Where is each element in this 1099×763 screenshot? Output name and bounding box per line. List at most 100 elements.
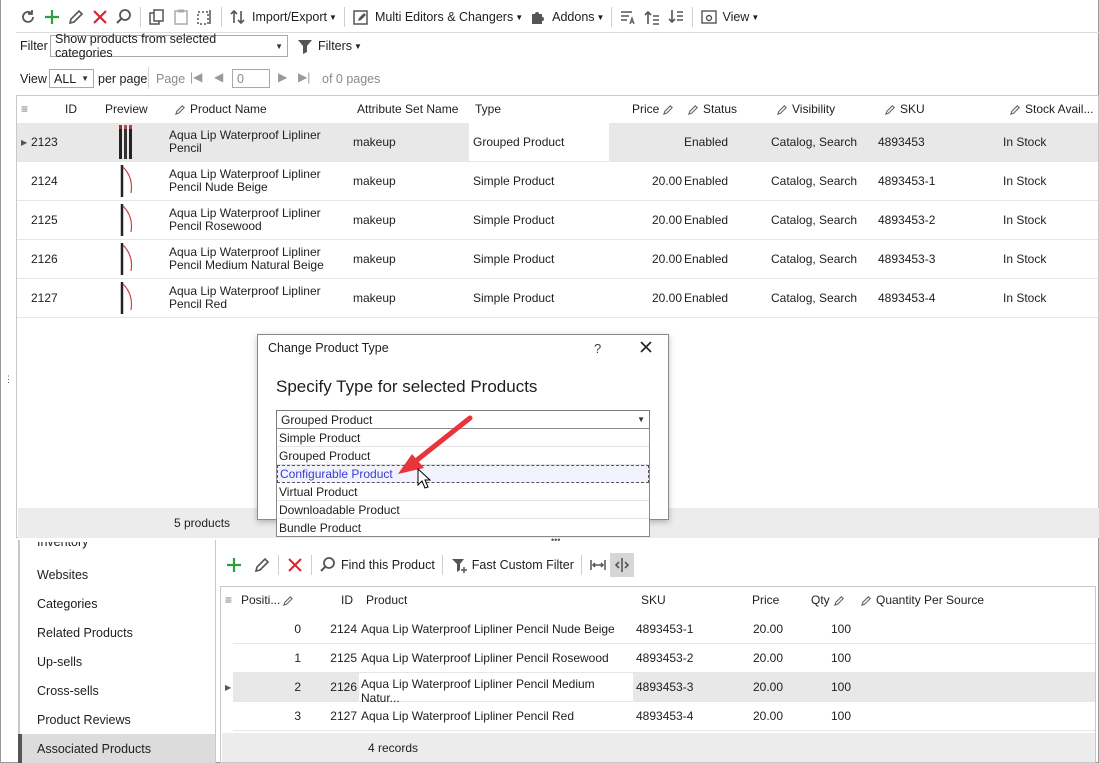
move-up-button[interactable]	[640, 5, 664, 29]
col-header-preview[interactable]: Preview	[105, 96, 148, 122]
last-page-icon[interactable]: ▶|	[298, 70, 310, 84]
fast-custom-filter-label: Fast Custom Filter	[471, 558, 574, 572]
product-cell-selected[interactable]: Aqua Lip Waterproof Lipliner Pencil Medi…	[359, 673, 633, 705]
prev-page-icon[interactable]: ◀	[214, 70, 223, 84]
paste-button[interactable]	[169, 5, 193, 29]
nav-item-related-products[interactable]: Related Products	[37, 626, 133, 640]
table-row[interactable]: 2124 Aqua Lip Waterproof Lipliner Pencil …	[17, 162, 1098, 201]
pencil-icon	[175, 104, 185, 115]
splitter-grip-icon[interactable]: ⋮	[4, 374, 13, 385]
nav-item-categories[interactable]: Categories	[37, 597, 97, 611]
per-page-select[interactable]: ALL ▼	[49, 69, 94, 88]
filters-menu[interactable]: Filters ▼	[293, 34, 365, 58]
col-header-stock[interactable]: Stock Avail...	[1010, 96, 1093, 122]
dialog-close-button[interactable]	[639, 340, 653, 357]
column-chooser-icon[interactable]: ≡	[225, 587, 232, 613]
add-associated-button[interactable]	[222, 553, 246, 577]
product-name-cell[interactable]: Aqua Lip Waterproof Lipliner Pencil Rosew…	[169, 201, 321, 239]
page-number-input[interactable]: 0	[232, 69, 270, 88]
nav-item-inventory[interactable]: Inventory	[37, 542, 88, 550]
nav-item-websites[interactable]: Websites	[37, 568, 88, 582]
product-name-cell[interactable]: Aqua Lip Waterproof Lipliner Pencil Mediu…	[169, 240, 324, 278]
col-header-price[interactable]: Price	[752, 587, 779, 613]
col-header-quantity-per-source[interactable]: Quantity Per Source	[861, 587, 984, 613]
find-product-button[interactable]: Find this Product	[316, 553, 438, 577]
addons-menu[interactable]: Addons ▼	[526, 5, 607, 29]
product-name-cell[interactable]: Aqua Lip Waterproof Lipliner Pencil	[169, 123, 321, 161]
col-header-sku[interactable]: SKU	[641, 587, 666, 613]
table-row[interactable]: 3 2127 Aqua Lip Waterproof Lipliner Penc…	[233, 702, 1095, 731]
col-header-sku[interactable]: SKU	[885, 96, 925, 122]
view-menu[interactable]: View ▼	[697, 5, 762, 29]
col-header-id[interactable]: ID	[65, 96, 77, 122]
dialog-heading: Specify Type for selected Products	[276, 377, 538, 396]
col-header-price[interactable]: Price	[632, 96, 678, 122]
multi-editors-menu[interactable]: Multi Editors & Changers ▼	[349, 5, 526, 29]
remove-associated-button[interactable]	[283, 553, 307, 577]
col-header-product-name[interactable]: Product Name	[175, 96, 267, 122]
fast-custom-filter-button[interactable]: Fast Custom Filter	[447, 553, 577, 577]
split-view-button[interactable]	[609, 553, 634, 577]
product-name-cell[interactable]: Aqua Lip Waterproof Lipliner Pencil Nude …	[169, 162, 321, 200]
preview-thumbnail[interactable]	[117, 201, 137, 239]
col-header-type[interactable]: Type	[475, 96, 501, 122]
col-header-visibility[interactable]: Visibility	[777, 96, 835, 122]
col-header-product[interactable]: Product	[366, 587, 407, 613]
option-downloadable-product[interactable]: Downloadable Product	[277, 501, 649, 519]
format-button[interactable]	[616, 5, 640, 29]
pencil-icon	[777, 104, 787, 115]
table-row[interactable]: 1 2125 Aqua Lip Waterproof Lipliner Penc…	[233, 644, 1095, 673]
preview-thumbnail[interactable]	[117, 162, 137, 200]
products-count: 5 products	[174, 516, 231, 530]
help-icon[interactable]: ?	[594, 341, 601, 356]
edit-button[interactable]	[64, 5, 88, 29]
preview-thumbnail[interactable]	[117, 240, 137, 278]
preview-thumbnail[interactable]	[117, 279, 137, 317]
next-page-icon[interactable]: ▶	[278, 70, 287, 84]
delete-button[interactable]	[88, 5, 112, 29]
column-chooser-icon[interactable]: ≡	[21, 96, 28, 122]
paging-separator	[148, 67, 149, 89]
add-button[interactable]	[40, 5, 64, 29]
filter-select[interactable]: Show products from selected categories ▼	[50, 32, 288, 60]
nav-item-product-reviews[interactable]: Product Reviews	[37, 713, 131, 727]
col-header-attribute-set[interactable]: Attribute Set Name	[357, 96, 458, 122]
refresh-icon	[22, 10, 34, 23]
chevron-down-icon: ▼	[515, 12, 524, 22]
refresh-button[interactable]	[16, 5, 40, 29]
multi-editors-label: Multi Editors & Changers	[374, 10, 514, 24]
table-row[interactable]: 0 2124 Aqua Lip Waterproof Lipliner Penc…	[233, 615, 1095, 644]
col-header-position[interactable]: Positi...	[241, 587, 298, 613]
col-header-qty[interactable]: Qty	[811, 587, 849, 613]
nav-item-up-sells[interactable]: Up-sells	[37, 655, 82, 669]
search-button[interactable]	[112, 5, 136, 29]
dialog-title: Change Product Type	[268, 341, 389, 355]
option-bundle-product[interactable]: Bundle Product	[277, 519, 649, 537]
chevron-down-icon: ▼	[275, 41, 283, 51]
panel-border	[18, 540, 20, 763]
import-export-menu[interactable]: Import/Export ▼	[226, 5, 340, 29]
table-row[interactable]: 2127 Aqua Lip Waterproof Lipliner Pencil …	[17, 279, 1098, 318]
view-per-page-label: View	[20, 72, 47, 86]
col-header-id[interactable]: ID	[341, 587, 353, 613]
edit-associated-button[interactable]	[250, 553, 274, 577]
move-down-button[interactable]	[664, 5, 688, 29]
nav-item-associated-products[interactable]: Associated Products	[18, 734, 215, 763]
lipliner-icon	[120, 243, 133, 275]
col-header-status[interactable]: Status	[688, 96, 737, 122]
table-row[interactable]: 2125 Aqua Lip Waterproof Lipliner Pencil …	[17, 201, 1098, 240]
table-row[interactable]: ▶ 2 2126 Aqua Lip Waterproof Lipliner Pe…	[225, 673, 1095, 705]
first-page-icon[interactable]: |◀	[190, 70, 202, 84]
nav-item-cross-sells[interactable]: Cross-sells	[37, 684, 99, 698]
fit-columns-button[interactable]	[586, 553, 610, 577]
select-columns-button[interactable]	[193, 5, 217, 29]
product-name-cell[interactable]: Aqua Lip Waterproof Lipliner Pencil Red	[169, 279, 321, 317]
preview-thumbnail[interactable]	[111, 123, 141, 161]
table-row[interactable]: 2126 Aqua Lip Waterproof Lipliner Pencil …	[17, 240, 1098, 279]
chevron-down-icon: ▼	[81, 74, 89, 83]
search-icon	[116, 9, 131, 24]
table-row[interactable]: ▶ 2123 Aqua Lip Waterproof Lipliner Penci…	[17, 123, 1098, 162]
import-export-icon	[230, 9, 245, 25]
copy-button[interactable]	[145, 5, 169, 29]
type-cell-selected[interactable]: Grouped Product	[469, 123, 609, 161]
